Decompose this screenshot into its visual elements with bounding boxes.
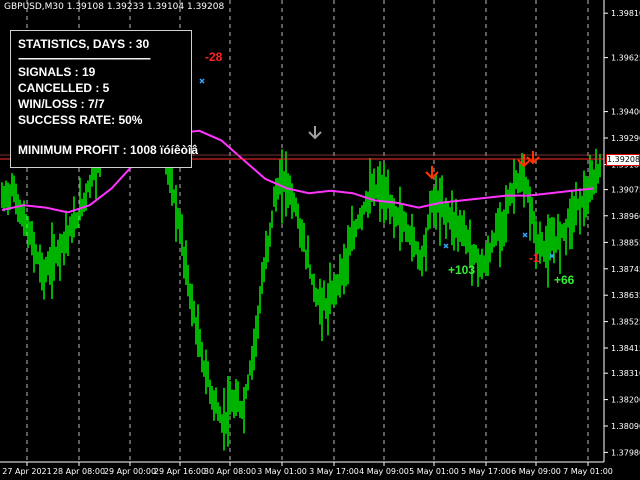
- win-annotation: +103: [448, 263, 476, 277]
- cross-icon: [443, 243, 449, 249]
- price-tick-label: 1.38415: [611, 344, 640, 353]
- price-tick-label: 1.39075: [611, 186, 640, 195]
- time-tick-label: 3 May 01:00: [257, 467, 307, 476]
- price-tick-label: 1.39290: [611, 134, 640, 143]
- price-tick-label: 1.39625: [611, 54, 640, 63]
- stats-separator: ----------------------------------------…: [18, 52, 151, 64]
- time-axis: 27 Apr 2021 28 Apr 08:0029 Apr 00:0029 Ap…: [2, 462, 613, 476]
- time-tick-label: 6 May 09:00: [511, 467, 561, 476]
- stats-signals: SIGNALS : 19: [18, 65, 96, 79]
- price-tick-label: 1.39400: [611, 108, 640, 117]
- current-price-label: 1.39208: [606, 154, 640, 166]
- price-tick-label: 1.38966: [611, 212, 640, 221]
- cross-icon: [199, 78, 205, 84]
- time-tick-label: 5 May 17:00: [461, 467, 511, 476]
- price-tick-label: 1.38090: [611, 422, 640, 431]
- time-tick-label: 29 Apr 16:00: [154, 467, 206, 476]
- price-tick-label: 1.37980: [611, 448, 640, 457]
- price-tick-label: 1.39810: [611, 9, 640, 18]
- time-tick-label: 7 May 01:00: [563, 467, 613, 476]
- loss-annotation: -28: [205, 50, 223, 64]
- sell-arrow-icon: [308, 126, 322, 140]
- stats-winloss: WIN/LOSS : 7/7: [18, 97, 105, 111]
- time-tick-label: 27 Apr 2021: [2, 467, 51, 476]
- win-annotation: +66: [554, 273, 575, 287]
- price-axis: 1.398101.396251.394001.392901.391801.390…: [604, 9, 640, 457]
- price-tick-label: 1.38855: [611, 238, 640, 247]
- cross-icon: [522, 232, 528, 238]
- time-tick-label: 28 Apr 08:00: [53, 467, 105, 476]
- stats-cancelled: CANCELLED : 5: [18, 81, 110, 95]
- symbol-info: GBPUSD,M30 1.39108 1.39233 1.39104 1.392…: [4, 2, 225, 12]
- loss-annotation: -1: [529, 251, 540, 265]
- time-tick-label: 3 May 17:00: [309, 467, 359, 476]
- time-tick-label: 29 Apr 00:00: [104, 467, 156, 476]
- stats-title: STATISTICS, DAYS : 30: [18, 37, 150, 51]
- price-tick-label: 1.38310: [611, 369, 640, 378]
- price-tick-label: 1.38200: [611, 396, 640, 405]
- price-tick-label: 1.38745: [611, 265, 640, 274]
- statistics-panel: STATISTICS, DAYS : 30 ------------------…: [10, 30, 199, 168]
- stats-success: SUCCESS RATE: 50%: [18, 113, 143, 127]
- time-tick-label: 4 May 09:00: [359, 467, 409, 476]
- stats-profit: MINIMUM PROFIT : 1008 ïóíêòîâ: [18, 143, 199, 157]
- price-tick-label: 1.38635: [611, 291, 640, 300]
- time-tick-label: 30 Apr 08:00: [204, 467, 256, 476]
- price-tick-label: 1.38525: [611, 318, 640, 327]
- time-tick-label: 5 May 01:00: [409, 467, 459, 476]
